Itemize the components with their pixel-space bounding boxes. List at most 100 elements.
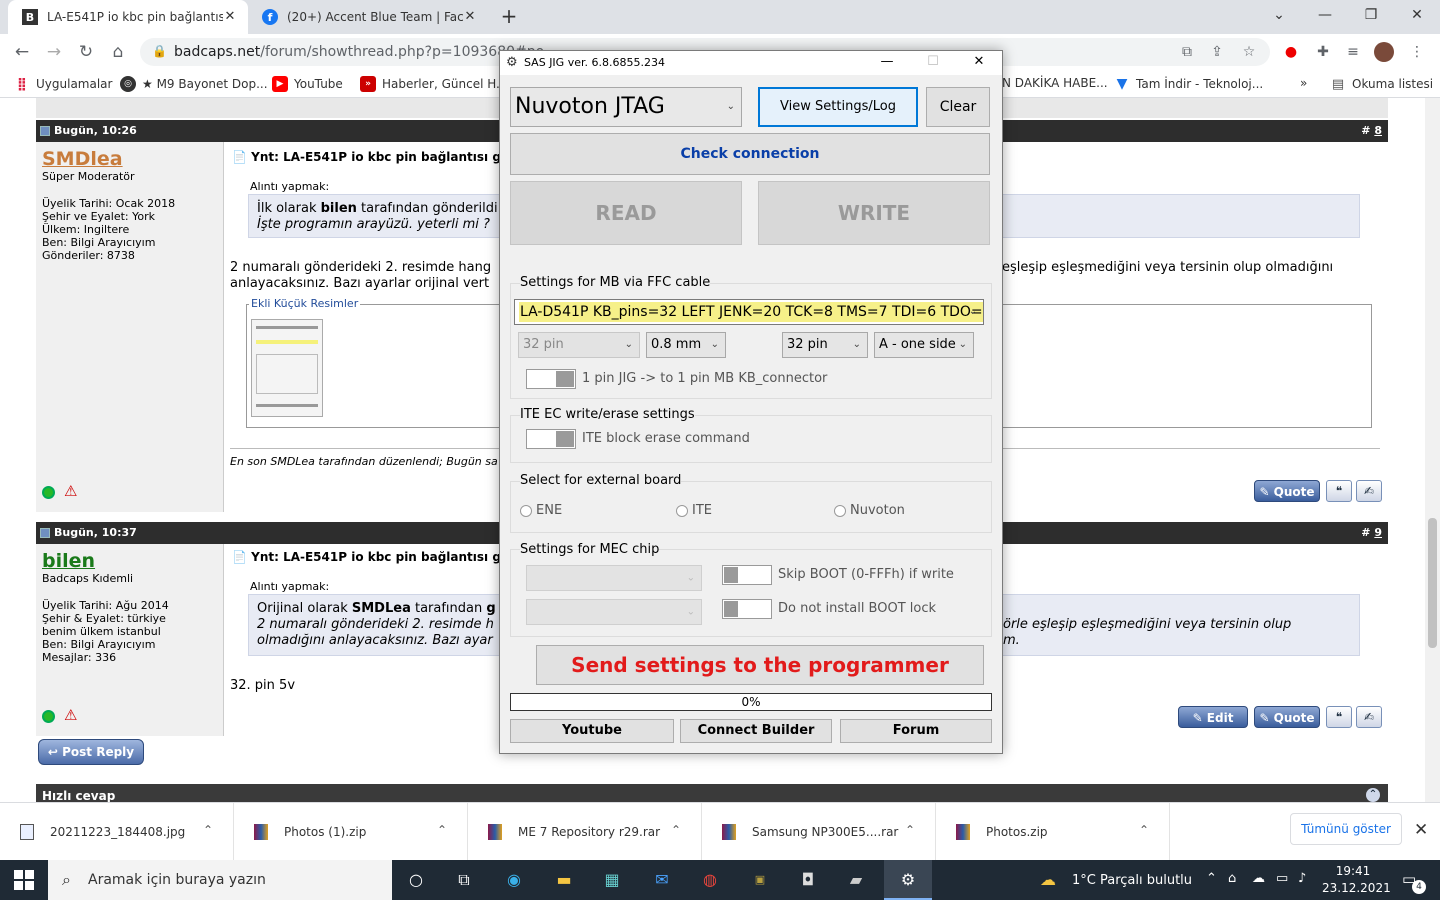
- tab-badcaps[interactable]: B LA-E541P io kbc pin bağlantısı ge ✕: [8, 0, 248, 34]
- radio-nuvoton[interactable]: [834, 505, 846, 517]
- check-connection-button[interactable]: Check connection: [510, 133, 990, 175]
- chevron-up-icon[interactable]: ⌃: [1139, 823, 1149, 837]
- chip-type-select[interactable]: Nuvoton JTAG ⌄: [510, 87, 742, 127]
- post-number-link[interactable]: 9: [1374, 526, 1382, 539]
- write-button[interactable]: WRITE: [758, 181, 990, 245]
- forward-icon[interactable]: →: [42, 40, 66, 64]
- radio-ene[interactable]: [520, 505, 532, 517]
- chevron-up-icon[interactable]: ⌃: [437, 823, 447, 837]
- report-icon[interactable]: ⚠: [64, 706, 77, 724]
- edge-icon[interactable]: ◉: [500, 866, 528, 894]
- scrollbar-thumb[interactable]: [1428, 518, 1437, 648]
- close-window-button[interactable]: ✕: [1394, 0, 1440, 32]
- reload-icon[interactable]: ↻: [74, 40, 98, 64]
- youtube-button[interactable]: Youtube: [510, 719, 674, 743]
- extensions-icon[interactable]: ✚: [1312, 41, 1334, 63]
- share-icon[interactable]: ⇪: [1206, 41, 1228, 63]
- close-tab-icon[interactable]: ✕: [222, 9, 238, 25]
- mec-chip-select[interactable]: ⌄: [526, 565, 702, 591]
- mail-icon[interactable]: ✉: [648, 866, 676, 894]
- clock-time[interactable]: 19:41: [1322, 864, 1384, 878]
- network-icon[interactable]: ⌂: [1228, 871, 1236, 886]
- quote-button[interactable]: ✎ Quote: [1254, 706, 1320, 728]
- tab-search-icon[interactable]: ⌄: [1256, 0, 1302, 32]
- post-reply-button[interactable]: ↩ Post Reply: [38, 739, 144, 765]
- username[interactable]: bilen: [42, 550, 217, 572]
- ite-block-erase-toggle[interactable]: [526, 429, 576, 449]
- reading-list[interactable]: ▤ Okuma listesi: [1330, 76, 1433, 92]
- clock-date[interactable]: 23.12.2021: [1322, 881, 1391, 895]
- post-number-link[interactable]: 8: [1374, 124, 1382, 137]
- connect-builder-button[interactable]: Connect Builder: [680, 719, 832, 743]
- bookmark-apps[interactable]: ⣿ Uygulamalar: [14, 76, 113, 92]
- pin-map-toggle[interactable]: [526, 369, 576, 389]
- taskbar-search-box[interactable]: ⌕ Aramak için buraya yazın: [48, 860, 392, 900]
- radio-ite[interactable]: [676, 505, 688, 517]
- adblock-icon[interactable]: ●: [1280, 41, 1302, 63]
- bookmark-m9[interactable]: ◎ ★ M9 Bayonet Dop...: [120, 76, 268, 92]
- download-item[interactable]: Photos.zip ⌃: [936, 803, 1170, 861]
- forum-button[interactable]: Forum: [840, 719, 992, 743]
- download-item[interactable]: Photos (1).zip ⌃: [234, 803, 468, 861]
- download-item[interactable]: 20211223_184408.jpg ⌃: [0, 803, 234, 861]
- sas-jig-taskbar-icon[interactable]: ⚙: [884, 860, 932, 900]
- jig-close-button[interactable]: ✕: [956, 51, 1002, 75]
- task-view-icon[interactable]: ⧉: [450, 866, 478, 894]
- translate-icon[interactable]: ⧉: [1176, 41, 1198, 63]
- download-item[interactable]: ME 7 Repository r29.rar ⌃: [468, 803, 702, 861]
- mb-pins-select[interactable]: 32 pin ⌄: [782, 332, 868, 358]
- close-tab-icon[interactable]: ✕: [462, 9, 478, 25]
- reading-list-icon[interactable]: ≡: [1342, 41, 1364, 63]
- view-settings-button[interactable]: View Settings/Log: [758, 87, 918, 127]
- send-settings-button[interactable]: Send settings to the programmer: [536, 645, 984, 685]
- close-downloads-icon[interactable]: ✕: [1414, 820, 1428, 840]
- edit-button[interactable]: ✎ Edit: [1178, 706, 1248, 728]
- file-explorer-icon[interactable]: ▬: [550, 866, 578, 894]
- back-icon[interactable]: ←: [10, 40, 34, 64]
- restore-button[interactable]: ❐: [1348, 0, 1394, 32]
- quick-reply-icon[interactable]: ✍: [1356, 706, 1382, 728]
- bookmark-youtube[interactable]: ▶ YouTube: [272, 76, 343, 92]
- username[interactable]: SMDlea: [42, 148, 217, 170]
- menu-icon[interactable]: ⋮: [1406, 41, 1428, 63]
- onedrive-icon[interactable]: ☁: [1252, 871, 1265, 886]
- download-item[interactable]: Samsung NP300E5....rar ⌃: [702, 803, 936, 861]
- volume-icon[interactable]: ♪: [1298, 871, 1306, 886]
- collapse-icon[interactable]: ⌃: [1366, 788, 1380, 802]
- page-scrollbar[interactable]: [1425, 98, 1440, 802]
- chevron-up-icon[interactable]: ⌃: [671, 823, 681, 837]
- jig-minimize-button[interactable]: —: [864, 51, 910, 75]
- ifix-prog-icon[interactable]: ▣: [746, 866, 774, 894]
- bookmark-haberler[interactable]: » Haberler, Güncel H...: [360, 76, 507, 92]
- bookmarks-overflow[interactable]: »: [1300, 76, 1307, 90]
- chip-tool-icon[interactable]: ▰: [842, 866, 870, 894]
- quote-author[interactable]: SMDLea: [352, 601, 411, 616]
- read-button[interactable]: READ: [510, 181, 742, 245]
- windows-start-icon[interactable]: [14, 870, 34, 890]
- jig-maximize-button[interactable]: ☐: [910, 51, 956, 75]
- clear-log-button[interactable]: Clear log: [926, 87, 990, 153]
- chevron-up-icon[interactable]: ⌃: [203, 823, 213, 837]
- side-select[interactable]: A - one side ⌄: [874, 332, 974, 358]
- store-icon[interactable]: ▦: [598, 866, 626, 894]
- skip-boot-toggle[interactable]: [722, 565, 772, 585]
- mec-mode-select[interactable]: ⌄: [526, 599, 702, 625]
- multiquote-icon[interactable]: ❝: [1326, 480, 1352, 502]
- minimize-button[interactable]: —: [1302, 0, 1348, 32]
- home-icon[interactable]: ⌂: [106, 40, 130, 64]
- chrome-icon[interactable]: ◍: [696, 866, 724, 894]
- cortana-icon[interactable]: ○: [402, 866, 430, 894]
- tab-facebook[interactable]: f (20+) Accent Blue Team | Facebo ✕: [248, 0, 488, 34]
- bookmark-tamindir[interactable]: ▼ Tam İndir - Teknoloj...: [1114, 76, 1264, 92]
- quick-reply-icon[interactable]: ✍: [1356, 480, 1382, 502]
- jig-pins-select[interactable]: 32 pin ⌄: [518, 332, 640, 358]
- board-profile-select[interactable]: LA-D541P KB_pins=32 LEFT JENK=20 TCK=8 T…: [514, 299, 984, 325]
- report-icon[interactable]: ⚠: [64, 482, 77, 500]
- multiquote-icon[interactable]: ❝: [1326, 706, 1352, 728]
- bookmark-dakika[interactable]: N DAKİKA HABE...: [1002, 76, 1108, 90]
- chevron-up-icon[interactable]: ⌃: [905, 823, 915, 837]
- quick-reply-bar[interactable]: Hızlı cevap ⌃: [36, 784, 1388, 804]
- post-number[interactable]: # 8: [1361, 120, 1382, 142]
- weather-text[interactable]: 1°C Parçalı bulutlu: [1072, 873, 1192, 888]
- profile-avatar[interactable]: [1374, 42, 1394, 62]
